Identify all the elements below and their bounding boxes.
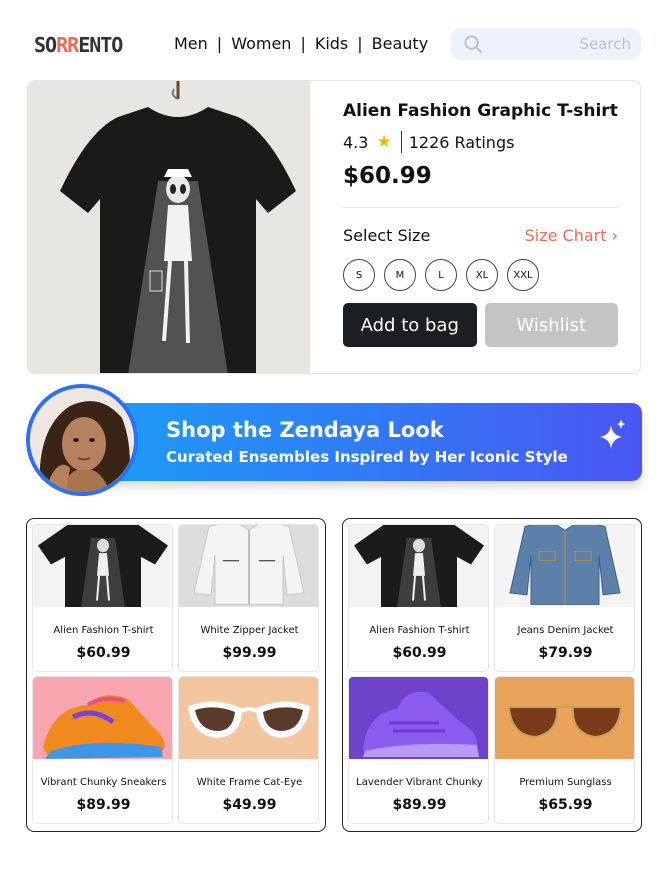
product-thumbnail [495,677,634,759]
search-bar[interactable] [451,28,641,60]
add-to-bag-button[interactable]: Add to bag [343,303,477,347]
product-thumbnail [179,677,318,759]
rating-divider [400,131,402,153]
nav-separator: | [357,34,363,53]
size-option-xl[interactable]: XL [466,259,498,291]
product-thumbnail [495,525,634,607]
look-item[interactable]: White Frame Cat-Eye $49.99 [178,676,319,824]
item-name: Vibrant Chunky Sneakers [40,777,167,788]
nav-separator: | [216,34,223,53]
item-price: $65.99 [538,797,593,813]
item-price: $60.99 [76,645,131,661]
product-card: Alien Fashion Graphic T-shirt 4.3 ★ 1226… [27,80,641,374]
look-item[interactable]: Premium Sunglass $65.99 [494,676,635,824]
item-name: Alien Fashion T-shirt [369,625,470,636]
product-title: Alien Fashion Graphic T-shirt [343,101,618,121]
wishlist-button[interactable]: Wishlist [484,303,618,347]
nav-item-women[interactable]: Women [231,34,291,53]
item-price: $49.99 [222,797,277,813]
product-info: Alien Fashion Graphic T-shirt 4.3 ★ 1226… [343,101,618,347]
divider [343,207,618,208]
product-rating: 4.3 ★ 1226 Ratings [343,131,618,153]
avatar[interactable] [26,384,138,496]
item-name: Jeans Denim Jacket [517,625,614,636]
look-card: Alien Fashion T-shirt $60.99 Jeans Denim… [342,518,642,832]
look-item[interactable]: Alien Fashion T-shirt $60.99 [32,524,173,672]
celebrity-look-banner[interactable]: Shop the Zendaya Look Curated Ensembles … [70,403,642,481]
brand-logo[interactable]: SORRENTO [34,33,123,57]
nav-item-kids[interactable]: Kids [315,34,348,53]
product-thumbnail [349,677,488,759]
select-size-label: Select Size [343,226,431,245]
nav-separator: | [300,34,306,53]
item-name: White Zipper Jacket [200,625,299,636]
size-option-s[interactable]: S [343,259,375,291]
size-header: Select Size Size Chart › [343,226,618,245]
search-input[interactable] [491,28,631,60]
ratings-count: 1226 Ratings [408,132,515,152]
item-name: White Frame Cat-Eye [196,777,303,788]
item-price: $99.99 [222,645,277,661]
nav-item-beauty[interactable]: Beauty [372,34,429,53]
sparkle-icon [600,419,625,449]
look-item[interactable]: Vibrant Chunky Sneakers $89.99 [32,676,173,824]
item-name: Alien Fashion T-shirt [53,625,154,636]
product-thumbnail [349,525,488,607]
item-price: $79.99 [538,645,593,661]
size-option-m[interactable]: M [384,259,416,291]
size-option-xxl[interactable]: XXL [507,259,539,291]
banner-title: Shop the Zendaya Look [166,418,444,442]
item-name: Lavender Vibrant Chunky [356,777,483,788]
item-name: Premium Sunglass [519,777,612,788]
item-price: $89.99 [76,797,131,813]
look-item[interactable]: Alien Fashion T-shirt $60.99 [348,524,489,672]
star-icon: ★ [376,132,392,152]
rating-value: 4.3 [343,132,369,152]
look-item[interactable]: White Zipper Jacket $99.99 [178,524,319,672]
size-option-l[interactable]: L [425,259,457,291]
product-thumbnail [33,677,172,759]
size-chart-link[interactable]: Size Chart › [525,226,618,245]
look-card: Alien Fashion T-shirt $60.99 White Zippe… [26,518,326,832]
item-price: $60.99 [392,645,447,661]
header: SORRENTO Men | Women | Kids | Beauty [0,0,666,90]
banner-subtitle: Curated Ensembles Inspired by Her Iconic… [166,448,568,466]
product-thumbnail [179,525,318,607]
product-thumbnail [33,525,172,607]
look-item[interactable]: Lavender Vibrant Chunky $89.99 [348,676,489,824]
size-options: S M L XL XXL [343,259,618,291]
item-price: $89.99 [392,797,447,813]
chevron-right-icon: › [611,226,618,245]
look-item[interactable]: Jeans Denim Jacket $79.99 [494,524,635,672]
action-buttons: Add to bag Wishlist [343,303,618,347]
product-image[interactable] [28,81,310,373]
nav-item-men[interactable]: Men [174,34,208,53]
main-nav: Men | Women | Kids | Beauty [174,34,428,53]
product-price: $60.99 [343,163,432,189]
search-icon[interactable] [464,35,483,54]
